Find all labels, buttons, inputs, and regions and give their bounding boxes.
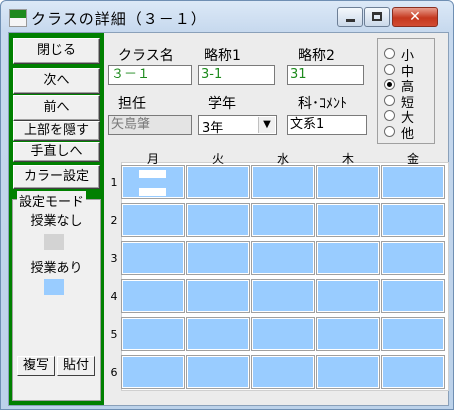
has-class-swatch[interactable] (44, 279, 64, 295)
timetable-cell[interactable] (251, 241, 315, 275)
period-label: 4 (110, 290, 118, 303)
setting-mode-title: 設定モード (17, 191, 87, 210)
radio-button[interactable] (384, 48, 395, 59)
timetable-cell[interactable] (186, 203, 250, 237)
timetable-cell[interactable] (186, 165, 250, 199)
timetable-cell[interactable] (186, 317, 250, 351)
timetable-cell[interactable] (251, 279, 315, 313)
radio-button[interactable] (384, 63, 395, 75)
teacher-field: 矢島肇 (108, 115, 192, 135)
comment-field[interactable]: 文系1 (287, 115, 367, 135)
timetable-cell[interactable] (186, 241, 250, 275)
abbr1-field[interactable]: 3-1 (198, 65, 275, 85)
grade-value: 3年 (202, 121, 224, 136)
abbr2-label: 略称2 (298, 48, 335, 64)
window-title: クラスの詳細（３－１） (31, 10, 207, 28)
maximize-icon (372, 12, 382, 21)
timetable-cell[interactable] (251, 355, 315, 389)
setting-mode-group: 設定モード 授業なし 授業あり 複写 貼付 (12, 191, 101, 401)
timetable-cell[interactable] (121, 355, 185, 389)
timetable-cell[interactable] (316, 317, 380, 351)
client-area: 閉じる 次へ 前へ 上部を隠す 手直しへ カラー設定 設定モード 授業なし 授業… (8, 32, 449, 406)
day-header: 水 (276, 152, 289, 166)
grade-label: 学年 (208, 96, 236, 112)
timetable-cell[interactable] (121, 241, 185, 275)
radio-button[interactable] (384, 125, 395, 137)
timetable-cell[interactable] (316, 165, 380, 199)
timetable-cell[interactable] (316, 203, 380, 237)
paste-button[interactable]: 貼付 (57, 356, 95, 376)
title-bar[interactable]: クラスの詳細（３－１） ✕ (1, 1, 453, 31)
timetable-cell[interactable] (251, 317, 315, 351)
copy-button[interactable]: 複写 (17, 356, 55, 376)
radio-button[interactable] (384, 94, 395, 106)
timetable-cell[interactable] (186, 279, 250, 313)
timetable-cell[interactable] (381, 355, 445, 389)
close-button[interactable]: 閉じる (13, 38, 100, 64)
timetable-cell[interactable] (381, 279, 445, 313)
next-button[interactable]: 次へ (13, 68, 100, 94)
abbr1-label: 略称1 (204, 48, 241, 64)
manual-edit-button[interactable]: 手直しへ (13, 142, 100, 162)
timetable-cell[interactable] (121, 317, 185, 351)
close-icon: ✕ (409, 9, 421, 25)
abbr2-field[interactable]: 31 (287, 65, 364, 85)
timetable-cell[interactable] (381, 317, 445, 351)
radio-button[interactable] (384, 110, 395, 121)
day-header: 木 (341, 152, 354, 166)
no-class-swatch[interactable] (44, 234, 64, 250)
prev-button[interactable]: 前へ (13, 95, 100, 121)
maximize-button[interactable] (364, 7, 390, 27)
has-class-label: 授業あり (30, 261, 83, 276)
teacher-label: 担任 (118, 96, 146, 112)
class-name-field[interactable]: ３－１ (108, 65, 192, 85)
period-label: 3 (110, 252, 118, 265)
sidebar: 閉じる 次へ 前へ 上部を隠す 手直しへ カラー設定 設定モード 授業なし 授業… (9, 33, 104, 405)
timetable-cell[interactable] (381, 165, 445, 199)
no-class-label: 授業なし (30, 214, 83, 229)
cell-selection-mark (139, 188, 166, 196)
radio-button[interactable] (384, 79, 395, 90)
minimize-icon (346, 19, 355, 22)
day-header: 火 (211, 152, 224, 166)
timetable-cell[interactable] (316, 355, 380, 389)
timetable-cell[interactable] (251, 203, 315, 237)
chevron-down-icon[interactable]: ▼ (258, 117, 275, 133)
close-window-button[interactable]: ✕ (392, 7, 438, 27)
period-label: 1 (110, 176, 118, 189)
day-header: 月 (146, 152, 159, 166)
timetable-cell[interactable] (121, 203, 185, 237)
minimize-button[interactable] (337, 7, 363, 27)
school-type-radio[interactable]: 他 (384, 125, 432, 142)
color-settings-button[interactable]: カラー設定 (13, 165, 100, 189)
timetable-cell[interactable] (316, 241, 380, 275)
timetable-cell[interactable] (186, 355, 250, 389)
timetable-cell[interactable] (121, 279, 185, 313)
timetable-cell[interactable] (316, 279, 380, 313)
period-label: 6 (110, 366, 118, 379)
timetable-cell[interactable] (251, 165, 315, 199)
school-type-group: 小中高短大他 (377, 38, 435, 144)
class-detail-window: クラスの詳細（３－１） ✕ 閉じる 次へ 前へ 上部を隠す 手直しへ カラー設定… (0, 0, 454, 410)
hide-top-button[interactable]: 上部を隠す (13, 121, 100, 141)
cell-selection-mark (139, 170, 166, 178)
day-header: 金 (406, 152, 419, 166)
timetable-cell[interactable] (381, 241, 445, 275)
period-label: 5 (110, 328, 118, 341)
app-icon (9, 9, 27, 27)
timetable-cell[interactable] (381, 203, 445, 237)
period-label: 2 (110, 214, 118, 227)
comment-label: 科･ｺﾒﾝﾄ (298, 96, 347, 112)
grade-select[interactable]: 3年 ▼ (198, 115, 277, 136)
radio-label: 他 (401, 126, 415, 142)
timetable-cell[interactable] (121, 165, 185, 199)
class-name-label: クラス名 (118, 48, 174, 64)
